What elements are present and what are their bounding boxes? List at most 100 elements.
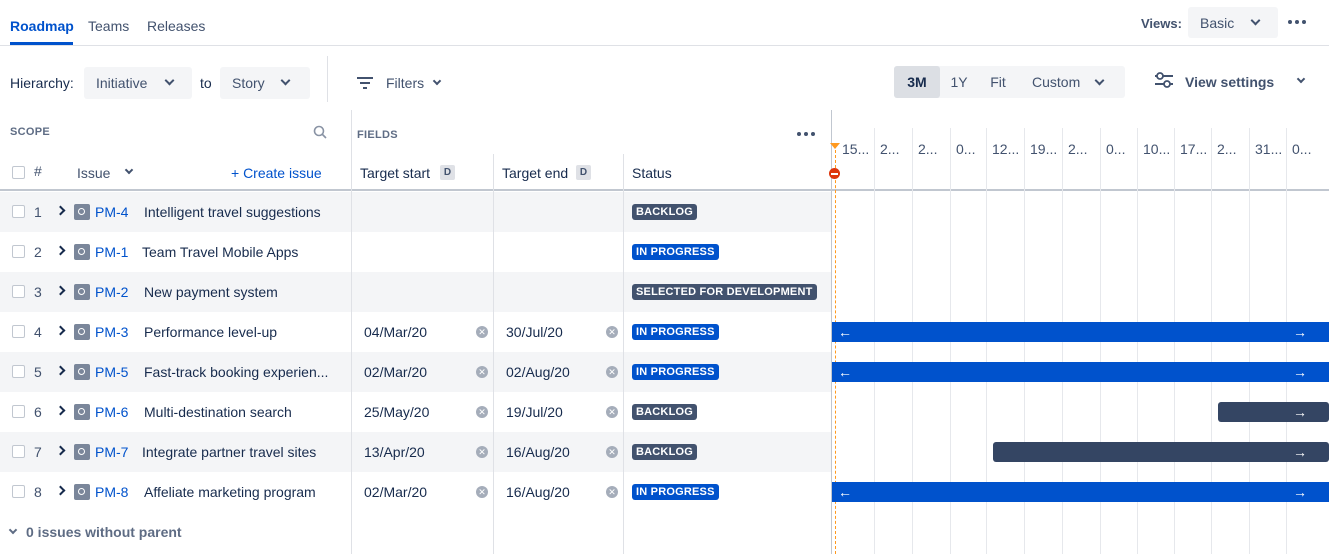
clear-icon[interactable]: ✕ xyxy=(476,406,488,418)
chevron-right-icon[interactable] xyxy=(55,365,66,376)
issue-key[interactable]: PM-1 xyxy=(95,244,128,260)
target-end-value[interactable]: 30/Jul/20 xyxy=(506,324,563,340)
target-end-value[interactable]: 16/Aug/20 xyxy=(506,444,570,460)
select-all-checkbox[interactable] xyxy=(12,166,25,179)
zoom-1y-button[interactable]: 1Y xyxy=(940,66,978,98)
target-start-value[interactable]: 04/Mar/20 xyxy=(364,324,427,340)
row-checkbox[interactable] xyxy=(12,285,25,298)
arrow-left-icon[interactable]: ← xyxy=(838,484,852,500)
clear-icon[interactable]: ✕ xyxy=(606,406,618,418)
arrow-right-icon[interactable]: → xyxy=(1293,444,1307,460)
filters-button[interactable]: Filters xyxy=(356,68,442,98)
status-lozenge[interactable]: BACKLOG xyxy=(632,404,698,420)
arrow-left-icon[interactable]: ← xyxy=(838,324,852,340)
target-end-value[interactable]: 16/Aug/20 xyxy=(506,484,570,500)
row-checkbox[interactable] xyxy=(12,445,25,458)
hierarchy-from-select[interactable]: Initiative xyxy=(84,67,192,99)
chevron-right-icon[interactable] xyxy=(55,485,66,496)
views-select[interactable]: Basic xyxy=(1188,7,1278,38)
arrow-left-icon[interactable]: ← xyxy=(838,364,852,380)
table-row[interactable]: 5 PM-5 Fast-track booking experien... 02/Ma… xyxy=(0,352,831,392)
row-checkbox[interactable] xyxy=(12,365,25,378)
target-start-value[interactable]: 13/Apr/20 xyxy=(364,444,425,460)
zoom-fit-button[interactable]: Fit xyxy=(978,66,1018,98)
hierarchy-to-select[interactable]: Story xyxy=(220,67,310,99)
zoom-custom-select[interactable]: Custom xyxy=(1018,66,1125,98)
target-end-value[interactable]: 19/Jul/20 xyxy=(506,404,563,420)
create-issue-button[interactable]: + Create issue xyxy=(231,165,322,181)
target-start-header[interactable]: Target start xyxy=(360,165,430,181)
issue-summary[interactable]: Multi-destination search xyxy=(144,404,292,420)
issue-summary[interactable]: Team Travel Mobile Apps xyxy=(142,244,298,260)
table-row[interactable]: 6 PM-6 Multi-destination search 25/May/20 ✕ 1… xyxy=(0,392,831,432)
chevron-right-icon[interactable] xyxy=(55,205,66,216)
table-row[interactable]: 2 PM-1 Team Travel Mobile Apps IN PROGRESS xyxy=(0,232,831,272)
fields-more-icon[interactable] xyxy=(797,132,815,136)
issue-summary[interactable]: Integrate partner travel sites xyxy=(142,444,316,460)
clear-icon[interactable]: ✕ xyxy=(606,486,618,498)
issue-summary[interactable]: Intelligent travel suggestions xyxy=(144,204,321,220)
row-checkbox[interactable] xyxy=(12,405,25,418)
search-icon[interactable] xyxy=(313,125,327,139)
roadmap-bar[interactable]: ← → xyxy=(832,322,1329,342)
clear-icon[interactable]: ✕ xyxy=(476,486,488,498)
table-row[interactable]: 1 PM-4 Intelligent travel suggestions BACKL… xyxy=(0,192,831,232)
issue-key[interactable]: PM-3 xyxy=(95,324,128,340)
issue-key[interactable]: PM-8 xyxy=(95,484,128,500)
status-lozenge[interactable]: IN PROGRESS xyxy=(632,244,719,260)
arrow-right-icon[interactable]: → xyxy=(1293,484,1307,500)
status-header[interactable]: Status xyxy=(632,165,672,181)
row-checkbox[interactable] xyxy=(12,325,25,338)
issue-summary[interactable]: New payment system xyxy=(144,284,278,300)
roadmap-bar[interactable]: ← → xyxy=(832,482,1329,502)
issue-key[interactable]: PM-4 xyxy=(95,204,128,220)
clear-icon[interactable]: ✕ xyxy=(606,326,618,338)
table-row[interactable]: 3 PM-2 New payment system SELECTED FOR DEVE… xyxy=(0,272,831,312)
clear-icon[interactable]: ✕ xyxy=(606,366,618,378)
row-checkbox[interactable] xyxy=(12,245,25,258)
target-start-value[interactable]: 25/May/20 xyxy=(364,404,429,420)
table-row[interactable]: 7 PM-7 Integrate partner travel sites 13/Ap… xyxy=(0,432,831,472)
arrow-right-icon[interactable]: → xyxy=(1293,364,1307,380)
tab-releases[interactable]: Releases xyxy=(147,18,205,34)
target-start-value[interactable]: 02/Mar/20 xyxy=(364,364,427,380)
chevron-right-icon[interactable] xyxy=(55,405,66,416)
tab-roadmap[interactable]: Roadmap xyxy=(10,18,74,34)
table-row[interactable]: 4 PM-3 Performance level-up 04/Mar/20 ✕ 30/Ju… xyxy=(0,312,831,352)
tab-teams[interactable]: Teams xyxy=(88,18,129,34)
clear-icon[interactable]: ✕ xyxy=(476,366,488,378)
scope-fields-divider[interactable] xyxy=(351,110,352,554)
roadmap-bar[interactable]: → xyxy=(1218,402,1329,422)
issue-key[interactable]: PM-6 xyxy=(95,404,128,420)
status-lozenge[interactable]: BACKLOG xyxy=(632,444,698,460)
issue-key[interactable]: PM-2 xyxy=(95,284,128,300)
clear-icon[interactable]: ✕ xyxy=(606,446,618,458)
row-checkbox[interactable] xyxy=(12,485,25,498)
status-lozenge[interactable]: SELECTED FOR DEVELOPMENT xyxy=(632,284,817,300)
target-start-value[interactable]: 02/Mar/20 xyxy=(364,484,427,500)
zoom-3m-button[interactable]: 3M xyxy=(894,66,940,98)
issue-key[interactable]: PM-5 xyxy=(95,364,128,380)
issue-column-header[interactable]: Issue xyxy=(77,165,110,181)
issues-without-parent-toggle[interactable]: 0 issues without parent xyxy=(8,524,182,540)
more-options-icon[interactable] xyxy=(1288,20,1306,24)
issue-summary[interactable]: Performance level-up xyxy=(144,324,277,340)
roadmap-bar[interactable]: ← → xyxy=(832,362,1329,382)
arrow-right-icon[interactable]: → xyxy=(1293,404,1307,420)
chevron-right-icon[interactable] xyxy=(55,445,66,456)
issue-summary[interactable]: Affeliate marketing program xyxy=(144,484,316,500)
chevron-right-icon[interactable] xyxy=(55,285,66,296)
chevron-right-icon[interactable] xyxy=(55,245,66,256)
issue-summary[interactable]: Fast-track booking experien... xyxy=(144,364,328,380)
status-lozenge[interactable]: IN PROGRESS xyxy=(632,364,719,380)
status-lozenge[interactable]: BACKLOG xyxy=(632,204,698,220)
target-end-value[interactable]: 02/Aug/20 xyxy=(506,364,570,380)
clear-icon[interactable]: ✕ xyxy=(476,326,488,338)
roadmap-bar[interactable]: → xyxy=(993,442,1329,462)
target-end-header[interactable]: Target end xyxy=(502,165,568,181)
status-lozenge[interactable]: IN PROGRESS xyxy=(632,324,719,340)
chevron-right-icon[interactable] xyxy=(55,325,66,336)
row-checkbox[interactable] xyxy=(12,205,25,218)
table-row[interactable]: 8 PM-8 Affeliate marketing program 02/Mar/2… xyxy=(0,472,831,512)
arrow-right-icon[interactable]: → xyxy=(1293,324,1307,340)
